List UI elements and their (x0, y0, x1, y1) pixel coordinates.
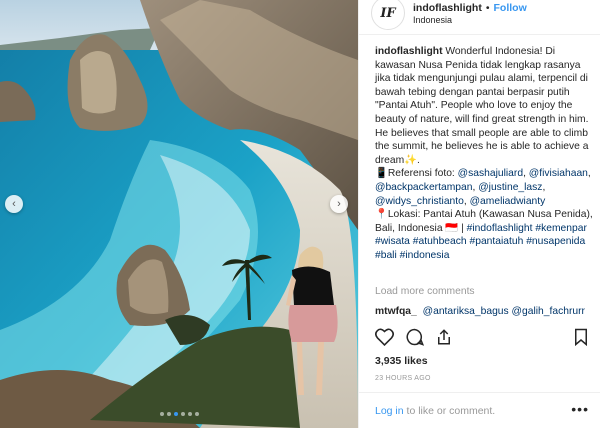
instagram-post: ‹ › IF indoflashlight • Follow Indonesia (0, 0, 600, 428)
more-options-icon[interactable]: ••• (571, 401, 589, 417)
bookmark-icon[interactable] (573, 328, 589, 349)
carousel-dot (187, 412, 192, 416)
comment: mtwfqa_ @antariksa_bagus @galih_fachrurr (375, 306, 585, 317)
carousel-dot (159, 412, 164, 416)
action-bar (375, 328, 591, 348)
hashtag-link[interactable]: #bali (375, 250, 397, 261)
heart-icon[interactable] (375, 328, 394, 349)
carousel-dot (194, 412, 199, 416)
carousel-dot (180, 412, 185, 416)
separator-dot: • (485, 1, 490, 14)
username-link[interactable]: indoflashlight (413, 2, 482, 14)
post-sidebar: IF indoflashlight • Follow Indonesia ind… (358, 0, 600, 428)
post-footer: Log in to like or comment. ••• (359, 392, 600, 428)
hashtag-link[interactable]: #nusapenida (526, 236, 585, 247)
avatar[interactable]: IF (371, 0, 405, 30)
hashtag-link[interactable]: #kemenpar (535, 223, 587, 234)
post-photo[interactable]: ‹ › (0, 0, 358, 428)
share-icon[interactable] (435, 328, 453, 349)
hashtag-link[interactable]: #wisata (375, 236, 410, 247)
mention-link[interactable]: @fivisiahaan (529, 168, 588, 179)
follow-button[interactable]: Follow (494, 2, 527, 14)
mention-link[interactable]: @ameliadwianty (470, 196, 546, 207)
chevron-left-icon[interactable]: ‹ (5, 195, 23, 213)
likes-count[interactable]: 3,935 likes (375, 355, 428, 367)
mention-link[interactable]: @justine_lasz (478, 182, 542, 193)
mention-link[interactable]: @sashajuliard (458, 168, 523, 179)
beach-cliff-photo (0, 0, 358, 428)
login-link[interactable]: Log in (375, 405, 404, 417)
mention-link[interactable]: @backpackertampan (375, 182, 472, 193)
carousel-dot-active (173, 412, 178, 416)
post-caption: indoflashlight Wonderful Indonesia! Di k… (375, 46, 593, 261)
chevron-right-icon[interactable]: › (330, 195, 348, 213)
comment-username[interactable]: mtwfqa_ (375, 306, 417, 317)
carousel-indicator (0, 412, 358, 416)
mention-link[interactable]: @widys_christianto (375, 196, 464, 207)
load-more-comments-button[interactable]: Load more comments (375, 286, 475, 297)
comment-icon[interactable] (405, 328, 425, 349)
location-link[interactable]: Indonesia (413, 15, 527, 25)
login-prompt-text: to like or comment. (403, 405, 496, 417)
credits-prefix: 📱Referensi foto: (375, 168, 458, 180)
post-header: IF indoflashlight • Follow Indonesia (359, 0, 600, 35)
login-prompt: Log in to like or comment. (375, 405, 495, 417)
hashtag-link[interactable]: #indonesia (400, 250, 450, 261)
hashtag-link[interactable]: #atuhbeach (413, 236, 467, 247)
mention-link[interactable]: @galih_fachrurr (512, 306, 585, 317)
carousel-dot (166, 412, 171, 416)
mention-link[interactable]: @antariksa_bagus (423, 306, 509, 317)
caption-text: Wonderful Indonesia! Di kawasan Nusa Pen… (375, 46, 589, 166)
hashtag-link[interactable]: #indoflashlight (467, 223, 533, 234)
timestamp[interactable]: 23 HOURS AGO (375, 375, 431, 382)
hashtag-link[interactable]: #pantaiatuh (470, 236, 524, 247)
caption-username[interactable]: indoflashlight (375, 46, 443, 57)
